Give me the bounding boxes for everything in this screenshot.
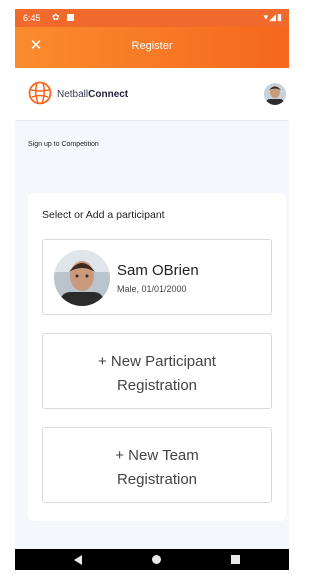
back-icon[interactable] — [74, 555, 82, 565]
recents-icon[interactable] — [231, 555, 240, 564]
section-label: Sign up to Competition — [28, 141, 99, 148]
user-avatar[interactable] — [264, 83, 286, 105]
new-participant-registration-button[interactable]: + New Participant Registration — [42, 333, 272, 409]
settings-icon: ✿ — [52, 12, 60, 22]
user-avatar-image — [264, 83, 286, 105]
card-heading: Select or Add a participant — [42, 209, 165, 221]
new-participant-label: + New Participant Registration — [43, 350, 271, 398]
brand-bar: NetballConnect — [15, 68, 289, 121]
participant-details: Male, 01/01/2000 — [117, 284, 187, 294]
system-nav-bar — [15, 549, 289, 570]
sd-card-icon — [67, 14, 74, 21]
participant-name: Sam OBrien — [117, 262, 199, 279]
existing-participant-option[interactable]: Sam OBrien Male, 01/01/2000 — [42, 239, 272, 315]
netball-logo-icon — [28, 81, 52, 105]
new-participant-line1: + New Participant — [98, 353, 216, 370]
new-team-registration-button[interactable]: + New Team Registration — [42, 427, 272, 503]
brand-logo-text: NetballConnect — [57, 89, 128, 100]
phone-screen: 6:45 ✿ ▾◢▮ ✕ Register NetballConnect Sig… — [15, 9, 289, 570]
status-bar: 6:45 ✿ ▾◢▮ — [15, 9, 289, 27]
new-team-label: + New Team Registration — [43, 444, 271, 492]
home-icon[interactable] — [152, 555, 161, 564]
new-team-line1: + New Team — [115, 447, 199, 464]
signal-battery-icon: ▾◢▮ — [263, 12, 283, 22]
participant-card: Select or Add a participant Sam OBrien M… — [28, 193, 286, 521]
new-team-line2: Registration — [116, 471, 198, 488]
page-title: Register — [131, 40, 173, 52]
status-time: 6:45 — [23, 13, 41, 23]
brand-name-bold: Connect — [88, 89, 129, 100]
participant-photo — [54, 250, 110, 306]
participant-avatar — [54, 250, 110, 306]
new-participant-line2: Registration — [116, 377, 198, 394]
brand-name-regular: Netball — [57, 89, 89, 100]
app-bar: ✕ Register — [15, 27, 289, 68]
